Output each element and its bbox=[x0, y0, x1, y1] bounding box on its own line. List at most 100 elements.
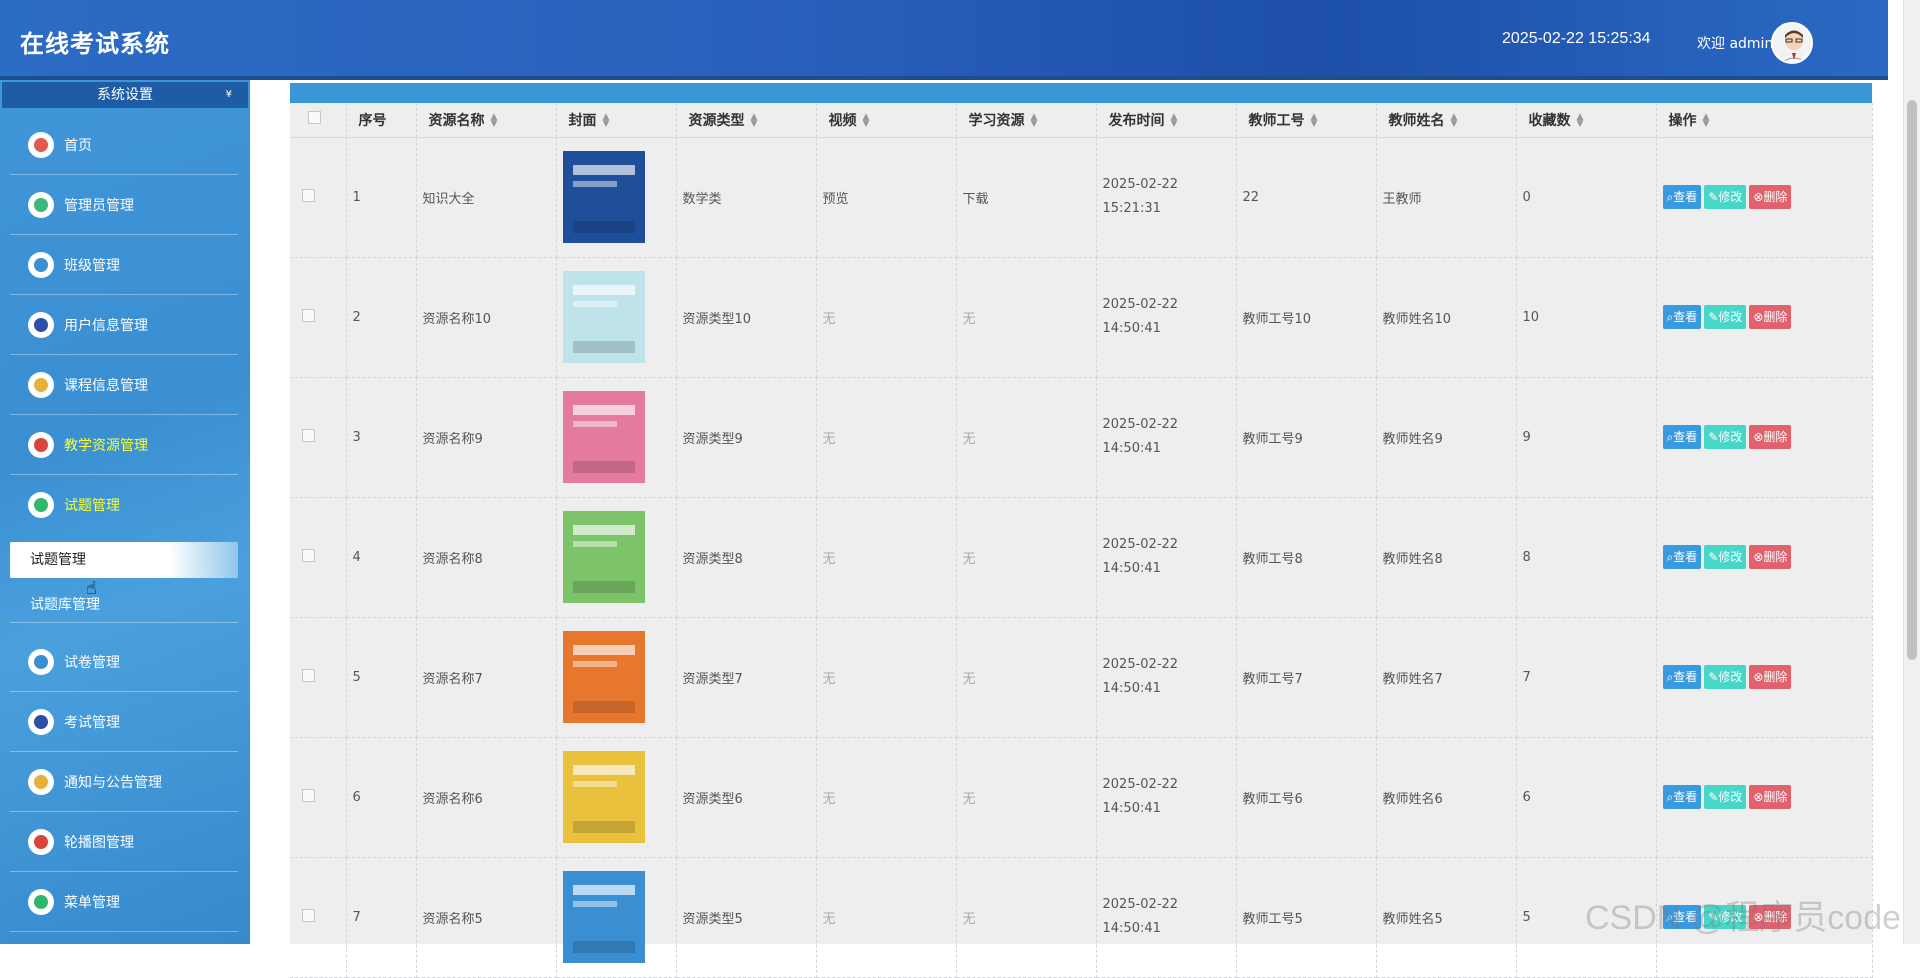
cover-image[interactable] bbox=[562, 271, 645, 363]
delete-button[interactable]: ⊗删除 bbox=[1749, 545, 1792, 569]
cell-video: 无 bbox=[816, 857, 957, 978]
cover-image[interactable] bbox=[562, 391, 645, 483]
cover-image[interactable] bbox=[562, 511, 645, 603]
resource-icon bbox=[28, 432, 54, 458]
sidebar-item-class[interactable]: 班级管理 bbox=[10, 235, 238, 295]
col-header-favorites[interactable]: 收藏数 ▲ ▼ bbox=[1516, 103, 1657, 138]
cell-cover bbox=[556, 857, 677, 978]
col-header-teacher-name[interactable]: 教师姓名 ▲ ▼ bbox=[1376, 103, 1517, 138]
cell-cover bbox=[556, 257, 677, 378]
row-select-cell[interactable] bbox=[290, 497, 347, 618]
sidebar-item-exam[interactable]: 考试管理 bbox=[10, 692, 238, 752]
vertical-scrollbar[interactable] bbox=[1903, 0, 1920, 944]
cell-actions: ⌕查看 ✎修改 ⊗删除 bbox=[1656, 617, 1873, 738]
sidebar-item-menu[interactable]: 菜单管理 bbox=[10, 872, 238, 932]
delete-button[interactable]: ⊗删除 bbox=[1749, 665, 1792, 689]
col-header-video[interactable]: 视频 ▲ ▼ bbox=[816, 103, 957, 138]
col-header-cover[interactable]: 封面 ▲ ▼ bbox=[556, 103, 677, 138]
table-row: 6 资源名称6 资源类型6 无无 2025-02-22 14:50:41 教师工号6 教师姓… bbox=[290, 737, 1873, 858]
sidebar-item-user[interactable]: 用户信息管理 bbox=[10, 295, 238, 355]
system-settings-header[interactable]: 系统设置 ¥ bbox=[2, 82, 248, 108]
col-header-type[interactable]: 资源类型 ▲ ▼ bbox=[676, 103, 817, 138]
table-header-row: 序号 资源名称 ▲ ▼ 封面 ▲ ▼ 资源类型 ▲ ▼ 视频 ▲ ▼ 学习资源 ▲ ▼ 发布时间 ▲ ▼… bbox=[290, 103, 1873, 138]
row-checkbox[interactable] bbox=[302, 548, 315, 562]
sidebar-item-question[interactable]: 试题管理 bbox=[10, 475, 238, 535]
col-header-resource[interactable]: 学习资源 ▲ ▼ bbox=[956, 103, 1097, 138]
cell-learning-resource: 无 bbox=[956, 497, 1097, 618]
scrollbar-thumb[interactable] bbox=[1907, 100, 1917, 660]
row-select-cell[interactable] bbox=[290, 377, 347, 498]
row-checkbox[interactable] bbox=[302, 668, 315, 682]
delete-button[interactable]: ⊗删除 bbox=[1749, 305, 1792, 329]
avatar-icon bbox=[1782, 30, 1806, 62]
cover-image[interactable] bbox=[562, 871, 645, 963]
cell-no: 6 bbox=[346, 737, 417, 858]
sidebar: 系统设置 ¥ 首页 管理员管理 班级管理 用户信息管理 课程信息管理 教学资源管… bbox=[0, 80, 250, 944]
cell-teacher-id: 教师工号5 bbox=[1236, 857, 1377, 978]
row-checkbox[interactable] bbox=[302, 428, 315, 442]
cell-no: 2 bbox=[346, 257, 417, 378]
cell-no: 4 bbox=[346, 497, 417, 618]
row-checkbox[interactable] bbox=[302, 788, 315, 802]
app-header: 在线考试系统 2025-02-22 15:25:34 欢迎 admin bbox=[0, 0, 1888, 80]
sidebar-item-carousel[interactable]: 轮播图管理 bbox=[10, 812, 238, 872]
col-header-no[interactable]: 序号 bbox=[346, 103, 417, 138]
toolbar-strip bbox=[290, 83, 1872, 103]
view-button[interactable]: ⌕查看 bbox=[1662, 425, 1702, 449]
sidebar-item-admin[interactable]: 管理员管理 bbox=[10, 175, 238, 235]
sidebar-item-home[interactable]: 首页 bbox=[10, 115, 238, 175]
select-all-checkbox[interactable] bbox=[308, 111, 321, 125]
cover-image[interactable] bbox=[562, 631, 645, 723]
cell-learning-resource[interactable]: 下载 bbox=[956, 137, 1097, 258]
col-header-time[interactable]: 发布时间 ▲ ▼ bbox=[1096, 103, 1237, 138]
cell-teacher-id: 22 bbox=[1236, 137, 1377, 258]
row-select-cell[interactable] bbox=[290, 257, 347, 378]
edit-button[interactable]: ✎修改 bbox=[1704, 425, 1747, 449]
cell-learning-resource: 无 bbox=[956, 737, 1097, 858]
sidebar-item-course[interactable]: 课程信息管理 bbox=[10, 355, 238, 415]
col-header-teacher-id[interactable]: 教师工号 ▲ ▼ bbox=[1236, 103, 1377, 138]
sub-item-question-bank[interactable]: 试题库管理 bbox=[10, 587, 238, 623]
sub-item-question-management[interactable]: 试题管理 bbox=[10, 542, 238, 578]
sidebar-item-paper[interactable]: 试卷管理 bbox=[10, 632, 238, 692]
cell-publish-time: 2025-02-22 14:50:41 bbox=[1096, 257, 1237, 378]
view-button[interactable]: ⌕查看 bbox=[1662, 545, 1702, 569]
edit-button[interactable]: ✎修改 bbox=[1704, 545, 1747, 569]
edit-button[interactable]: ✎修改 bbox=[1704, 185, 1747, 209]
cell-video[interactable]: 预览 bbox=[816, 137, 957, 258]
select-all-cell[interactable] bbox=[290, 103, 347, 138]
row-checkbox[interactable] bbox=[302, 308, 315, 322]
cell-publish-time: 2025-02-22 14:50:41 bbox=[1096, 617, 1237, 738]
watermark: CSDN @程序员code bbox=[1585, 899, 1902, 937]
row-select-cell[interactable] bbox=[290, 617, 347, 738]
edit-button[interactable]: ✎修改 bbox=[1704, 785, 1747, 809]
view-button[interactable]: ⌕查看 bbox=[1662, 185, 1702, 209]
row-checkbox[interactable] bbox=[302, 188, 315, 202]
cell-publish-time: 2025-02-22 14:50:41 bbox=[1096, 497, 1237, 618]
cover-image[interactable] bbox=[562, 751, 645, 843]
class-icon bbox=[28, 252, 54, 278]
col-header-actions[interactable]: 操作 ▲ ▼ bbox=[1656, 103, 1873, 138]
sidebar-item-resource[interactable]: 教学资源管理 bbox=[10, 415, 238, 475]
view-button[interactable]: ⌕查看 bbox=[1662, 305, 1702, 329]
cell-teacher-name: 教师姓名6 bbox=[1376, 737, 1517, 858]
row-select-cell[interactable] bbox=[290, 857, 347, 978]
view-button[interactable]: ⌕查看 bbox=[1662, 665, 1702, 689]
avatar[interactable] bbox=[1771, 22, 1813, 64]
cover-image[interactable] bbox=[562, 151, 645, 243]
row-checkbox[interactable] bbox=[302, 908, 315, 922]
delete-button[interactable]: ⊗删除 bbox=[1749, 785, 1792, 809]
edit-icon: ✎ bbox=[1708, 430, 1719, 444]
row-select-cell[interactable] bbox=[290, 137, 347, 258]
delete-button[interactable]: ⊗删除 bbox=[1749, 185, 1792, 209]
edit-button[interactable]: ✎修改 bbox=[1704, 665, 1747, 689]
col-header-name[interactable]: 资源名称 ▲ ▼ bbox=[416, 103, 557, 138]
sidebar-item-notice[interactable]: 通知与公告管理 bbox=[10, 752, 238, 812]
cell-publish-time: 2025-02-22 15:21:31 bbox=[1096, 137, 1237, 258]
view-button[interactable]: ⌕查看 bbox=[1662, 785, 1702, 809]
row-select-cell[interactable] bbox=[290, 737, 347, 858]
cell-favorites: 8 bbox=[1516, 497, 1657, 618]
cell-favorites: 6 bbox=[1516, 737, 1657, 858]
delete-button[interactable]: ⊗删除 bbox=[1749, 425, 1792, 449]
edit-button[interactable]: ✎修改 bbox=[1704, 305, 1747, 329]
